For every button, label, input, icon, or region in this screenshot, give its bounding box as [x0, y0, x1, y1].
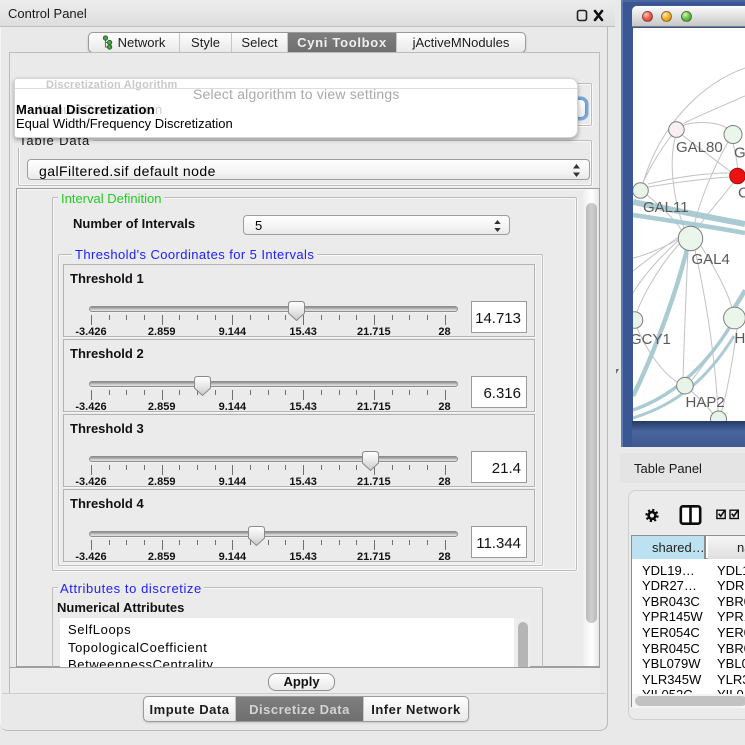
svg-text:GAL4: GAL4	[692, 251, 730, 268]
svg-text:HAP2: HAP2	[686, 394, 725, 411]
svg-text:H: H	[735, 330, 745, 347]
svg-text:GAL11: GAL11	[643, 199, 689, 216]
svg-text:GAL80: GAL80	[676, 139, 723, 156]
svg-text:GA: GA	[734, 145, 745, 162]
svg-text:GCY1: GCY1	[633, 331, 671, 348]
svg-text:C: C	[738, 185, 745, 202]
